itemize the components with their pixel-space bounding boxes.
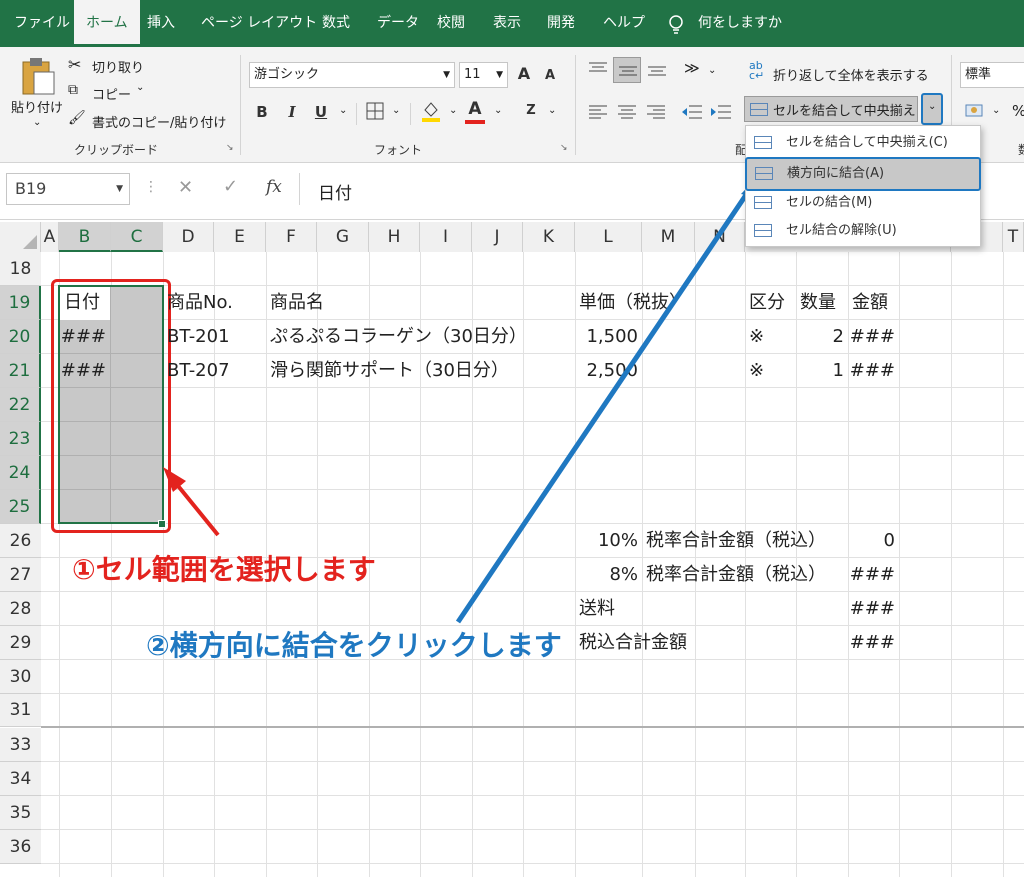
menu-item-merge-center[interactable]: セルを結合して中央揃え(C): [746, 129, 978, 157]
merge-dropdown-menu: セルを結合して中央揃え(C) 横方向に結合(A) セルの結合(M) セル結合の解…: [745, 125, 981, 247]
merge-across-icon: [755, 167, 773, 180]
arrow-red-head: [163, 467, 186, 492]
unmerge-icon: [754, 224, 772, 237]
merge-center-icon: [754, 136, 772, 149]
menu-item-unmerge[interactable]: セル結合の解除(U): [746, 217, 978, 245]
arrow-blue-line: [455, 184, 755, 624]
menu-item-label: セル結合の解除(U): [786, 223, 897, 238]
menu-item-label: 横方向に結合(A): [787, 166, 885, 181]
menu-item-label: セルを結合して中央揃え(C): [786, 135, 948, 150]
menu-item-merge-cells[interactable]: セルの結合(M): [746, 189, 978, 217]
merge-cells-icon: [754, 196, 772, 209]
menu-item-merge-across[interactable]: 横方向に結合(A): [745, 157, 981, 191]
menu-item-label: セルの結合(M): [786, 195, 873, 210]
